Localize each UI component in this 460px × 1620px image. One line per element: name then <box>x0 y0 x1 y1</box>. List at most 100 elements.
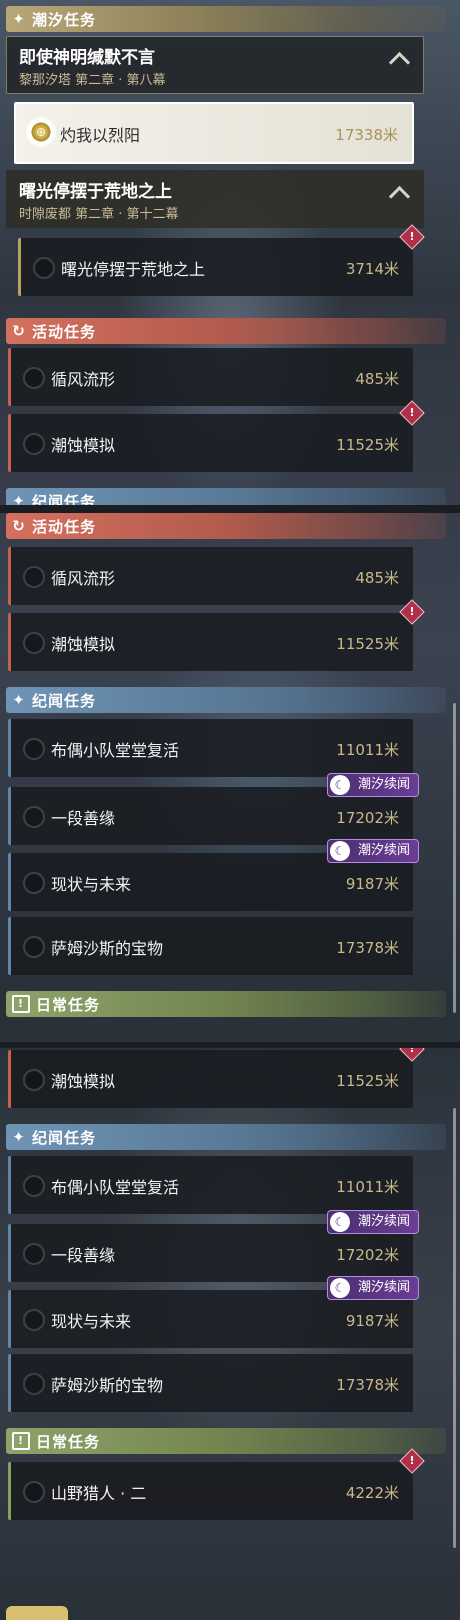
bottom-tab-handle[interactable] <box>6 1606 68 1620</box>
track-toggle-circle[interactable] <box>23 738 45 760</box>
tracking-compass-icon[interactable]: ⊕ <box>28 119 54 145</box>
quest-item[interactable]: 山野猎人 · 二 4222米 ! <box>8 1448 425 1520</box>
section-title: 纪闻任务 <box>32 492 97 506</box>
track-toggle-circle[interactable] <box>23 1309 45 1331</box>
crescent-emblem-icon: ☾ <box>329 841 350 861</box>
quest-item[interactable]: 布偶小队堂堂复活 11011米 <box>8 1156 413 1214</box>
alert-diamond-icon: ! <box>399 1048 425 1062</box>
track-toggle-circle[interactable] <box>23 936 45 958</box>
quest-item[interactable]: 循风流形 485米 <box>8 547 413 605</box>
sparkle-icon: ✦ <box>12 691 26 709</box>
section-header-daily[interactable]: ! 日常任务 <box>6 1428 446 1454</box>
crescent-emblem-icon: ☾ <box>329 775 350 795</box>
quest-name: 现状与未来 <box>51 1312 132 1331</box>
quest-item-tracked[interactable]: ⊕ 灼我以烈阳 17338米 <box>14 102 414 164</box>
sparkle-icon: ✦ <box>12 1128 26 1146</box>
quest-item[interactable]: 一段善缘 17202米 ☾ 潮汐续闻 <box>8 773 419 845</box>
quest-name: 潮蚀模拟 <box>51 1072 116 1091</box>
track-toggle-circle[interactable] <box>23 632 45 654</box>
quest-distance: 11011米 <box>336 741 399 759</box>
quest-name: 一段善缘 <box>51 809 116 828</box>
quest-distance: 485米 <box>355 569 399 587</box>
section-title: 日常任务 <box>36 995 101 1014</box>
quest-name: 布偶小队堂堂复活 <box>51 741 180 760</box>
track-toggle-circle[interactable] <box>23 1481 45 1503</box>
track-toggle-circle[interactable] <box>23 433 45 455</box>
section-title: 活动任务 <box>32 322 97 341</box>
quest-item[interactable]: 现状与未来 9187米 ☾ 潮汐续闻 <box>8 1276 419 1348</box>
quest-name: 布偶小队堂堂复活 <box>51 1178 180 1197</box>
quest-name: 灼我以烈阳 <box>60 126 141 145</box>
quest-item[interactable]: 循风流形 485米 <box>8 348 413 406</box>
tidal-sequel-badge: ☾ 潮汐续闻 <box>326 1276 419 1300</box>
quest-item[interactable]: 萨姆沙斯的宝物 17378米 <box>8 1354 413 1412</box>
section-title: 纪闻任务 <box>32 691 97 710</box>
quest-item[interactable]: 曙光停摆于荒地之上 3714米 ! <box>18 224 425 296</box>
quest-name: 现状与未来 <box>51 875 132 894</box>
section-header-event[interactable]: ↻ 活动任务 <box>6 513 446 539</box>
quest-item[interactable]: 一段善缘 17202米 ☾ 潮汐续闻 <box>8 1210 419 1282</box>
section-title: 潮汐任务 <box>32 10 97 29</box>
section-header-lore[interactable]: ✦ 纪闻任务 <box>6 488 446 505</box>
quest-distance: 4222米 <box>345 1484 399 1502</box>
quest-distance: 11525米 <box>336 635 399 653</box>
quest-distance: 3714米 <box>345 260 399 278</box>
refresh-icon: ↻ <box>12 517 26 535</box>
section-header-lore[interactable]: ✦ 纪闻任务 <box>6 687 446 713</box>
quest-item[interactable]: 潮蚀模拟 11525米 ! <box>8 400 425 472</box>
quest-distance: 11011米 <box>336 1178 399 1196</box>
track-toggle-circle[interactable] <box>23 806 45 828</box>
quest-panel-top: ✦ 潮汐任务 即使神明缄默不言 黎那汐塔 第二章 · 第八幕 ⊕ 灼我以烈阳 1… <box>0 0 460 505</box>
quest-item[interactable]: 潮蚀模拟 11525米 ! <box>8 599 425 671</box>
scrollbar-thumb[interactable] <box>453 703 456 1013</box>
section-header-lore[interactable]: ✦ 纪闻任务 <box>6 1124 446 1150</box>
chapter-title: 即使神明缄默不言 <box>19 48 155 68</box>
quest-name: 曙光停摆于荒地之上 <box>61 260 206 279</box>
crescent-emblem-icon: ☾ <box>329 1212 350 1232</box>
scrollbar-thumb[interactable] <box>453 1108 456 1548</box>
track-toggle-circle[interactable] <box>23 1175 45 1197</box>
tidal-sequel-badge: ☾ 潮汐续闻 <box>326 1210 419 1234</box>
exclamation-box-icon: ! <box>12 1432 30 1450</box>
capture-seam <box>0 505 460 513</box>
chevron-up-icon[interactable] <box>388 51 411 74</box>
alert-diamond-icon: ! <box>399 224 425 250</box>
quest-distance: 17338米 <box>335 126 398 144</box>
quest-distance: 485米 <box>355 370 399 388</box>
track-toggle-circle[interactable] <box>33 257 55 279</box>
track-toggle-circle[interactable] <box>23 872 45 894</box>
tidal-sequel-badge: ☾ 潮汐续闻 <box>326 839 419 863</box>
quest-name: 萨姆沙斯的宝物 <box>51 1376 164 1395</box>
exclamation-box-icon: ! <box>12 995 30 1013</box>
track-toggle-circle[interactable] <box>23 367 45 389</box>
quest-distance: 11525米 <box>336 1072 399 1090</box>
chevron-up-icon[interactable] <box>388 185 411 208</box>
quest-name: 潮蚀模拟 <box>51 635 116 654</box>
chapter-subtitle: 黎那汐塔 第二章 · 第八幕 <box>19 73 166 88</box>
quest-item[interactable]: 现状与未来 9187米 ☾ 潮汐续闻 <box>8 839 419 911</box>
quest-distance: 9187米 <box>345 1312 399 1330</box>
quest-item[interactable]: 萨姆沙斯的宝物 17378米 <box>8 917 413 975</box>
quest-name: 萨姆沙斯的宝物 <box>51 939 164 958</box>
quest-distance: 17378米 <box>336 1376 399 1394</box>
chapter-card[interactable]: 曙光停摆于荒地之上 时隙废都 第二章 · 第十二幕 <box>6 170 424 228</box>
quest-panel-bottom: 潮蚀模拟 11525米 ! ✦ 纪闻任务 布偶小队堂堂复活 11011米 一段善… <box>0 1048 460 1620</box>
quest-item[interactable]: 潮蚀模拟 11525米 ! <box>8 1048 425 1108</box>
quest-distance: 11525米 <box>336 436 399 454</box>
quest-distance: 17378米 <box>336 939 399 957</box>
quest-distance: 9187米 <box>345 875 399 893</box>
track-toggle-circle[interactable] <box>23 566 45 588</box>
sparkle-icon: ✦ <box>12 10 26 28</box>
quest-item[interactable]: 布偶小队堂堂复活 11011米 <box>8 719 413 777</box>
section-header-tidal[interactable]: ✦ 潮汐任务 <box>6 6 446 32</box>
track-toggle-circle[interactable] <box>23 1373 45 1395</box>
section-header-daily[interactable]: ! 日常任务 <box>6 991 446 1017</box>
track-toggle-circle[interactable] <box>23 1069 45 1091</box>
section-title: 日常任务 <box>36 1432 101 1451</box>
section-header-event[interactable]: ↻ 活动任务 <box>6 318 446 344</box>
chapter-card[interactable]: 即使神明缄默不言 黎那汐塔 第二章 · 第八幕 <box>6 36 424 94</box>
quest-name: 山野猎人 · 二 <box>51 1484 147 1503</box>
chapter-subtitle: 时隙废都 第二章 · 第十二幕 <box>19 207 179 222</box>
track-toggle-circle[interactable] <box>23 1243 45 1265</box>
crescent-emblem-icon: ☾ <box>329 1278 350 1298</box>
